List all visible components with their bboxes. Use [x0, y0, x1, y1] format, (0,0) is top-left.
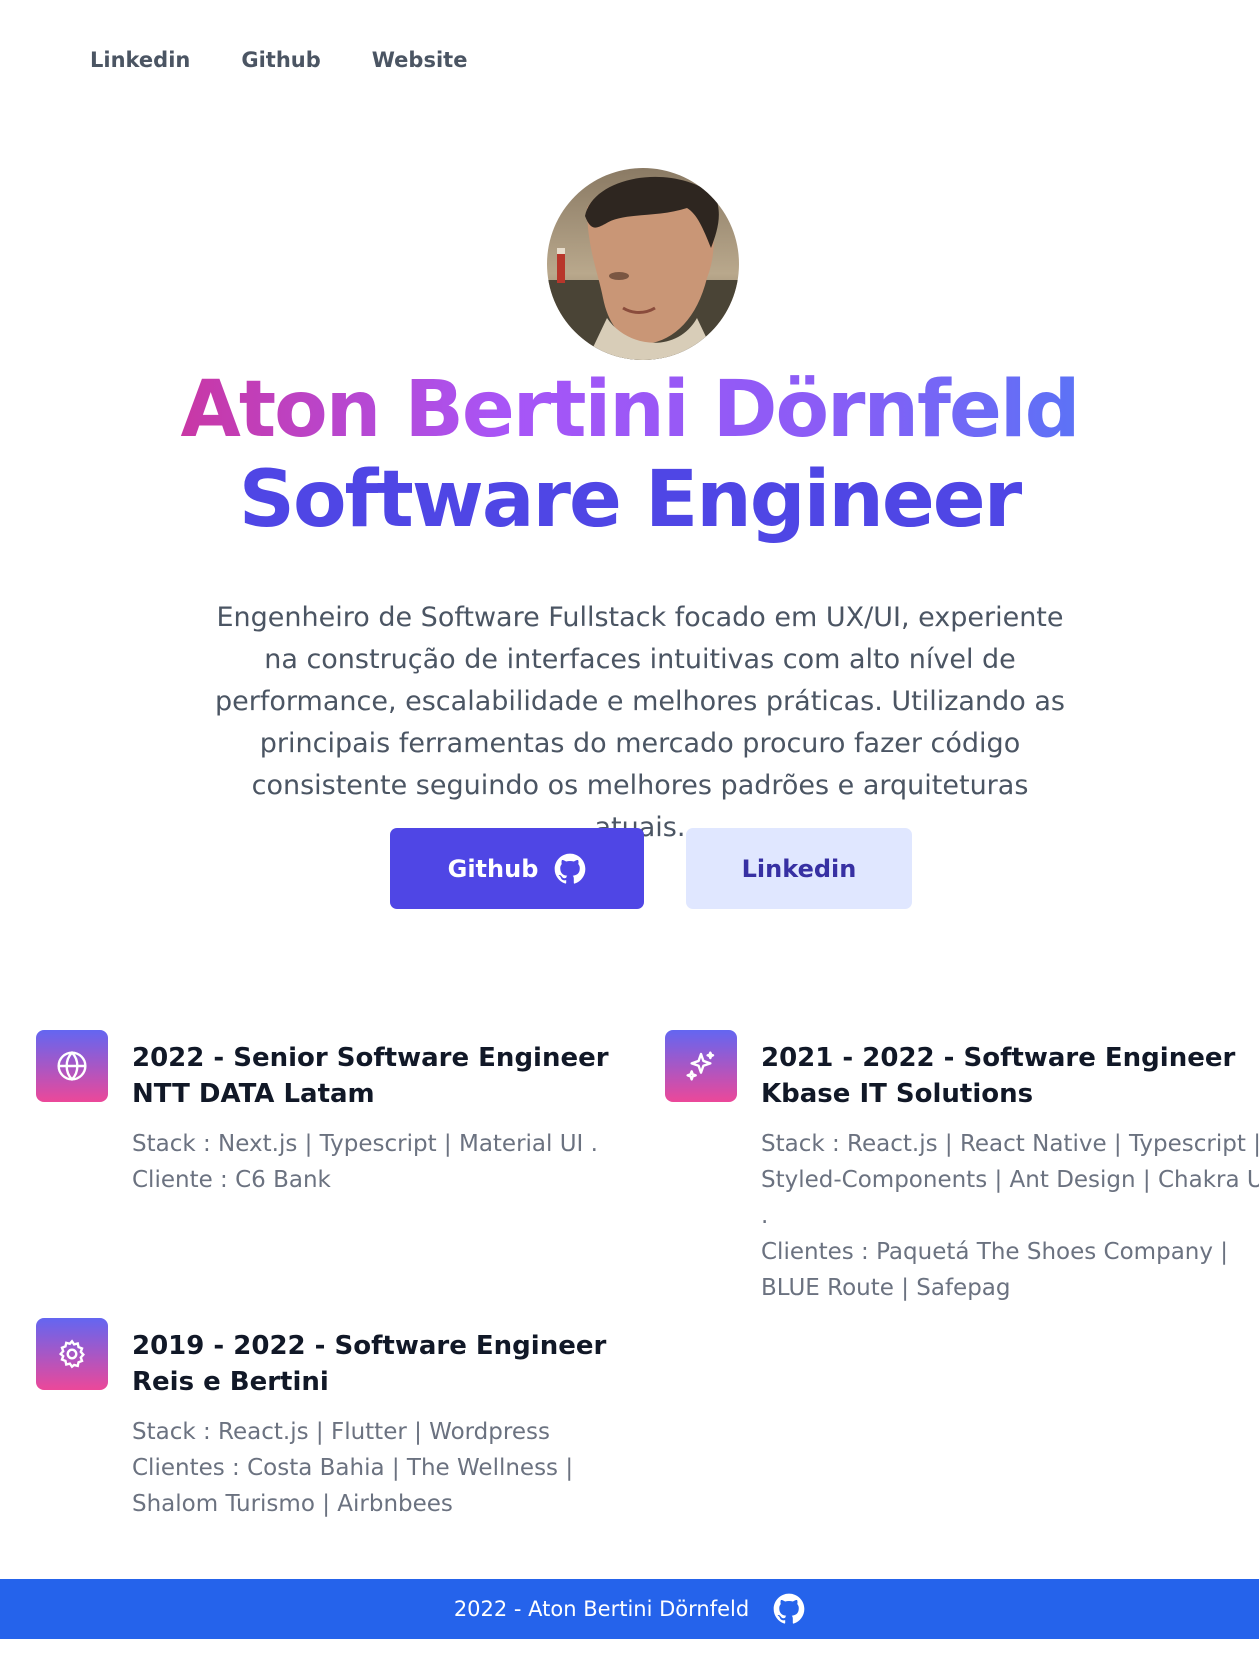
experience-title-line2: Kbase IT Solutions	[761, 1079, 1034, 1109]
avatar-photo	[547, 168, 739, 360]
experience-description: Stack : React.js | React Native | Typesc…	[761, 1126, 1259, 1306]
globe-icon	[57, 1050, 87, 1082]
experience-desc-line1: Stack : React.js | React Native | Typesc…	[761, 1131, 1259, 1229]
sparkles-icon	[686, 1051, 715, 1081]
experience-description: Stack : React.js | Flutter | Wordpress C…	[132, 1414, 652, 1522]
footer: 2022 - Aton Bertini Dörnfeld	[0, 1579, 1259, 1639]
experience-icon-box	[36, 1318, 108, 1390]
experience-title-line1: 2019 - 2022 - Software Engineer	[132, 1331, 607, 1361]
avatar	[547, 168, 739, 360]
hero-name: Aton Bertini Dörnfeld	[0, 360, 1259, 460]
linkedin-button[interactable]: Linkedin	[686, 828, 912, 909]
experience-desc-line2: Clientes : Paquetá The Shoes Company | B…	[761, 1239, 1229, 1301]
footer-text: 2022 - Aton Bertini Dörnfeld	[453, 1597, 750, 1621]
hero-bio: Engenheiro de Software Fullstack focado …	[215, 602, 1065, 843]
experience-title: 2019 - 2022 - Software Engineer Reis e B…	[132, 1328, 606, 1400]
nav-link-website[interactable]: Website	[372, 48, 468, 72]
experience-title: 2021 - 2022 - Software Engineer Kbase IT…	[761, 1040, 1235, 1112]
experience-title: 2022 - Senior Software Engineer NTT DATA…	[132, 1040, 609, 1112]
experience-title-line1: 2021 - 2022 - Software Engineer	[761, 1043, 1236, 1073]
hero-role: Software Engineer	[238, 455, 1022, 545]
gear-icon	[58, 1339, 85, 1369]
nav-link-github[interactable]: Github	[241, 48, 320, 72]
github-icon	[555, 853, 586, 884]
experience-title-line2: NTT DATA Latam	[132, 1079, 375, 1109]
nav-link-linkedin[interactable]: Linkedin	[90, 48, 190, 72]
experience-description: Stack : Next.js | Typescript | Material …	[132, 1126, 652, 1198]
experience-title-line2: Reis e Bertini	[132, 1367, 329, 1397]
top-nav: Linkedin Github Website	[90, 48, 467, 72]
experience-icon-box	[36, 1030, 108, 1102]
github-button-label: Github	[447, 854, 539, 883]
experience-desc-line2: Clientes : Costa Bahia | The Wellness | …	[132, 1455, 574, 1517]
experience-title-line1: 2022 - Senior Software Engineer	[132, 1043, 609, 1073]
github-icon[interactable]	[773, 1593, 805, 1625]
github-button[interactable]: Github	[390, 828, 644, 909]
experience-desc-line1: Stack : Next.js | Typescript | Material …	[132, 1131, 598, 1157]
experience-icon-box	[665, 1030, 737, 1102]
experience-desc-line1: Stack : React.js | Flutter | Wordpress	[132, 1419, 550, 1445]
experience-desc-line2: Cliente : C6 Bank	[132, 1167, 331, 1193]
